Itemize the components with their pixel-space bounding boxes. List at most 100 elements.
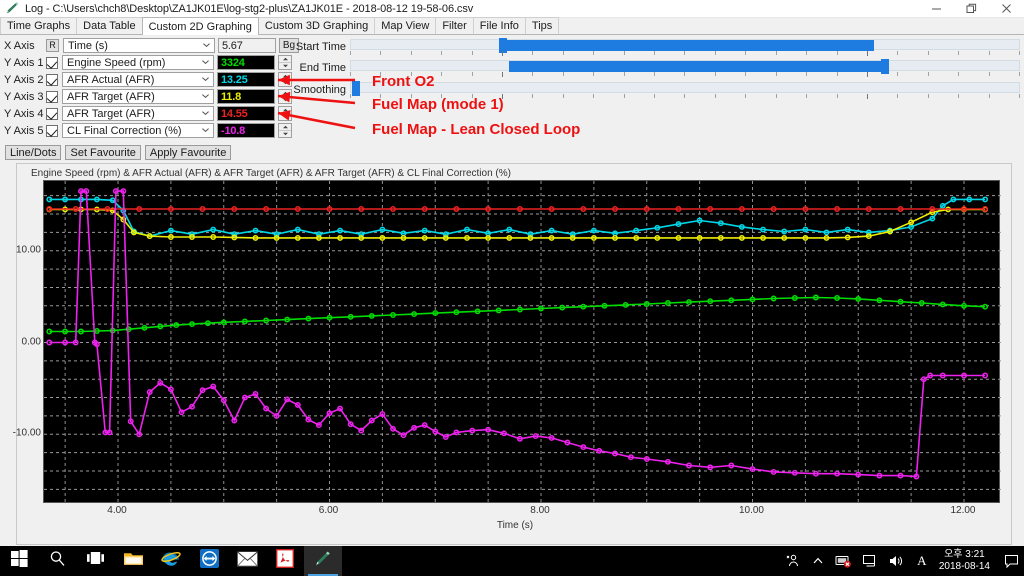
chevron-down-icon — [202, 77, 209, 81]
internet-explorer-icon — [160, 549, 182, 573]
channel-select-value-0: Time (s) — [68, 39, 108, 52]
channel-select-1[interactable]: Engine Speed (rpm) — [62, 55, 214, 70]
axis-enable-checkbox-3[interactable] — [46, 90, 58, 103]
channel-select-value-2: AFR Actual (AFR) — [67, 73, 155, 86]
set-favourite-button[interactable]: Set Favourite — [65, 145, 141, 160]
axis-enable-checkbox-2[interactable] — [46, 73, 58, 86]
minimize-button[interactable] — [919, 0, 954, 18]
axis-enable-checkbox-1[interactable] — [46, 56, 58, 69]
pen-icon — [4, 1, 22, 17]
mail-icon — [236, 551, 258, 572]
slider-fill — [501, 40, 874, 51]
search-button[interactable] — [38, 546, 76, 576]
slider-fill — [509, 61, 884, 72]
tab-filter[interactable]: Filter — [435, 17, 474, 34]
slider-ticks — [350, 72, 1020, 77]
channel-select-5[interactable]: CL Final Correction (%) — [62, 123, 214, 138]
slider-label-start-time: Start Time — [295, 41, 346, 53]
channel-select-value-1: Engine Speed (rpm) — [67, 56, 166, 69]
action-center-icon[interactable] — [998, 546, 1024, 576]
axis-row-0: X Axis R Time (s) 5.67 Bg — [0, 37, 299, 54]
file-explorer-button[interactable] — [114, 546, 152, 576]
clock-time: 오후 3:21 — [944, 549, 985, 560]
axis-label-4: Y Axis 4 — [4, 107, 44, 120]
axis-label-3: Y Axis 3 — [4, 90, 44, 103]
search-icon — [49, 550, 66, 572]
axis-row-5: Y Axis 5 CL Final Correction (%) -10.8 — [0, 122, 292, 139]
system-tray: A 오후 3:21 2018-08-14 — [779, 546, 1024, 576]
channel-select-3[interactable]: AFR Target (AFR) — [62, 89, 214, 104]
teamviewer-button[interactable] — [190, 546, 228, 576]
y-tick-label-0: 10.00 — [15, 244, 41, 256]
task-view-icon — [86, 551, 105, 571]
pdf-icon — [275, 548, 295, 573]
start-button[interactable] — [0, 546, 38, 576]
channel-select-2[interactable]: AFR Actual (AFR) — [62, 72, 214, 87]
axis-enable-checkbox-4[interactable] — [46, 107, 58, 120]
axis-label-1: Y Axis 1 — [4, 56, 44, 69]
people-icon[interactable] — [779, 546, 805, 576]
channel-select-value-5: CL Final Correction (%) — [67, 124, 182, 137]
ime-indicator[interactable]: A — [909, 546, 935, 576]
tab-map-view[interactable]: Map View — [374, 17, 437, 34]
y-tick-label-2: -10.00 — [12, 427, 41, 439]
x-tick-label-1: 6.00 — [318, 505, 339, 516]
tab-data-table[interactable]: Data Table — [76, 17, 143, 34]
slider-end-time[interactable] — [350, 59, 1020, 74]
tab-custom-3d-graphing[interactable]: Custom 3D Graphing — [257, 17, 376, 34]
clock[interactable]: 오후 3:21 2018-08-14 — [935, 549, 998, 573]
maximize-restore-button[interactable] — [954, 0, 989, 18]
log-viewer-button[interactable] — [304, 546, 342, 576]
y-axis-labels: 10.00 0.00 -10.00 — [13, 180, 43, 503]
x-axis-labels: 4.00 6.00 8.00 10.00 12.00 — [43, 505, 1000, 519]
x-axis-title: Time (s) — [496, 520, 534, 531]
tab-file-info[interactable]: File Info — [472, 17, 526, 34]
axis-value-4: 14.55 — [221, 107, 248, 120]
tab-tips[interactable]: Tips — [524, 17, 560, 34]
axis-row-1: Y Axis 1 Engine Speed (rpm) 3324 — [0, 54, 292, 71]
display-icon[interactable] — [857, 546, 883, 576]
series-engine-speed-rpm — [46, 294, 989, 335]
channel-select-0[interactable]: Time (s) — [63, 38, 215, 53]
volume-icon[interactable] — [883, 546, 909, 576]
axis-value-1: 3324 — [221, 56, 245, 69]
reset-x-axis-button[interactable]: R — [46, 39, 59, 52]
x-tick-label-4: 12.00 — [950, 505, 976, 516]
taskbar: A 오후 3:21 2018-08-14 — [0, 546, 1024, 576]
axis-value-0: 5.67 — [222, 39, 243, 52]
chevron-down-icon — [202, 111, 209, 115]
apply-favourite-button[interactable]: Apply Favourite — [144, 145, 232, 160]
axis-value-2: 13.25 — [221, 73, 248, 86]
chevron-down-icon — [202, 94, 209, 98]
internet-explorer-button[interactable] — [152, 546, 190, 576]
pdf-reader-button[interactable] — [266, 546, 304, 576]
chart-title: Engine Speed (rpm) & AFR Actual (AFR) & … — [31, 168, 511, 179]
x-tick-label-3: 10.00 — [738, 505, 764, 516]
tab-time-graphs[interactable]: Time Graphs — [0, 17, 78, 34]
channel-select-value-4: AFR Target (AFR) — [67, 107, 155, 120]
close-button[interactable] — [989, 0, 1024, 18]
show-hidden-icons-chevron[interactable] — [805, 546, 831, 576]
slider-smoothing[interactable] — [350, 81, 1020, 96]
slider-start-time[interactable] — [350, 38, 1020, 53]
chevron-down-icon — [203, 43, 210, 47]
axis-row-3: Y Axis 3 AFR Target (AFR) 11.8 — [0, 88, 292, 105]
axis-row-4: Y Axis 4 AFR Target (AFR) 14.55 — [0, 105, 292, 122]
plot-area[interactable] — [43, 180, 1001, 504]
window-controls — [919, 0, 1024, 18]
windows-icon — [10, 550, 28, 572]
channel-select-4[interactable]: AFR Target (AFR) — [62, 106, 214, 121]
network-error-icon[interactable] — [831, 546, 857, 576]
mail-button[interactable] — [228, 546, 266, 576]
axis-enable-checkbox-5[interactable] — [46, 124, 58, 137]
channel-select-value-3: AFR Target (AFR) — [67, 90, 155, 103]
tab-custom-2d-graphing[interactable]: Custom 2D Graphing — [141, 17, 259, 35]
chevron-down-icon — [202, 60, 209, 64]
annotation-arrow-2 — [277, 110, 356, 130]
line-dots-button[interactable]: Line/Dots — [5, 145, 62, 160]
clock-date: 2018-08-14 — [938, 561, 990, 572]
annotation-text-0: Front O2 — [372, 73, 435, 90]
annotation-text-1: Fuel Map (mode 1) — [372, 96, 504, 113]
window-title: Log - C:\Users\chch8\Desktop\ZA1JK01E\lo… — [25, 2, 474, 15]
task-view-button[interactable] — [76, 546, 114, 576]
